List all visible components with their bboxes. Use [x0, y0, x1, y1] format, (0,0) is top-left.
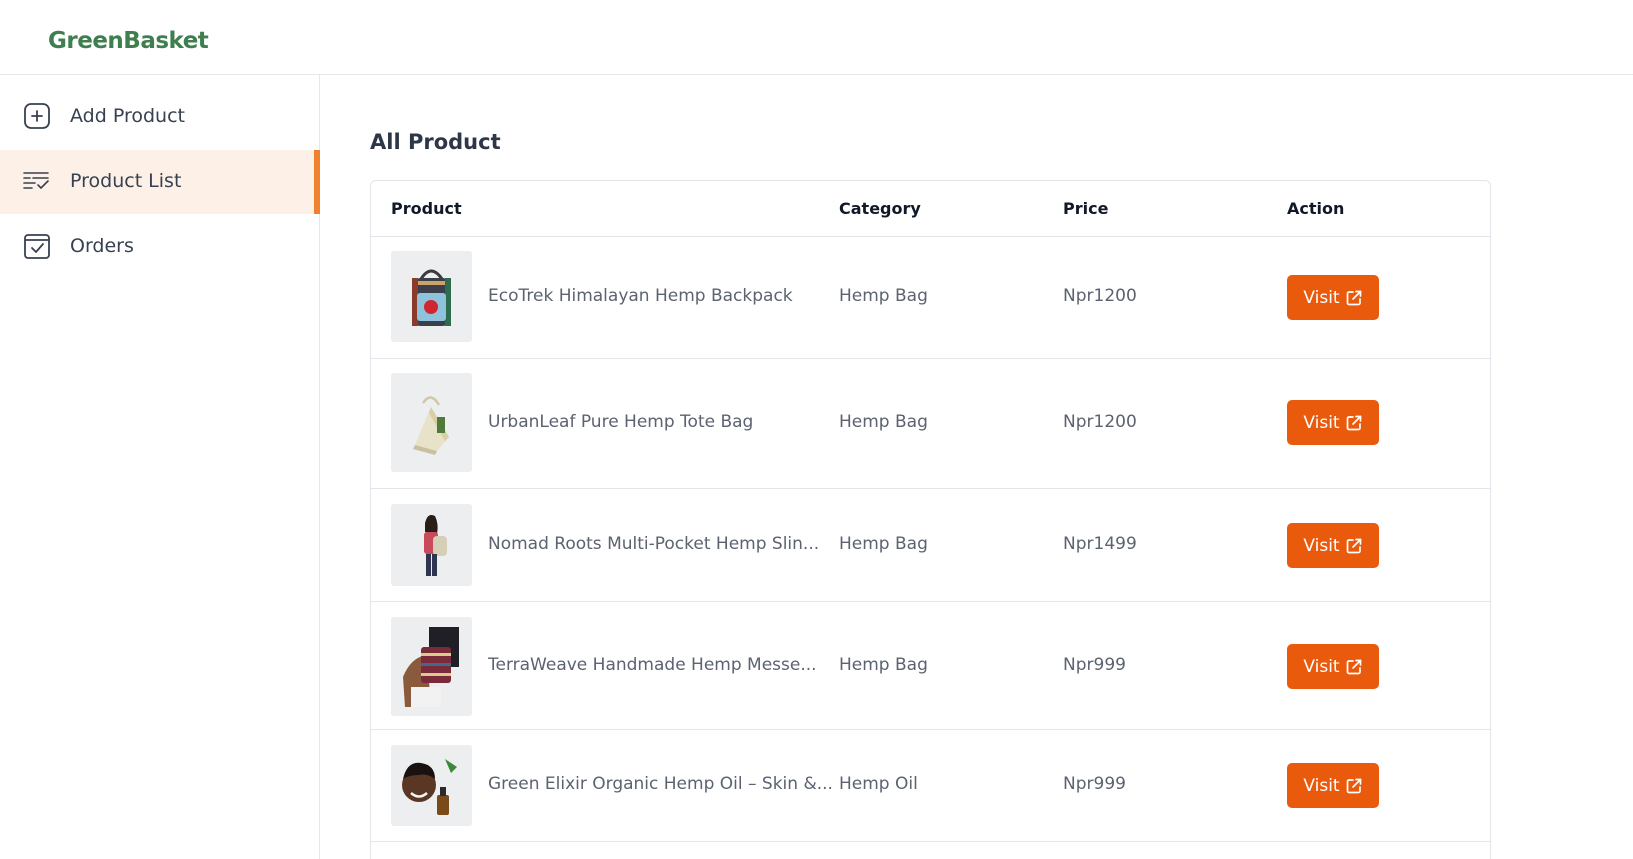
external-link-icon [1346, 538, 1361, 553]
visit-button-label: Visit [1303, 656, 1340, 677]
product-price: Npr999 [1063, 774, 1126, 794]
calendar-check-icon [24, 234, 50, 259]
external-link-icon [1346, 778, 1361, 793]
product-name: Nomad Roots Multi-Pocket Hemp Slin... [488, 534, 820, 554]
sidebar-item-add-product[interactable]: Add Product [0, 85, 319, 149]
column-header-price: Price [1063, 199, 1109, 218]
main-content: All Product Product Category Price Actio… [321, 75, 1633, 859]
product-name: Green Elixir Organic Hemp Oil – Skin &..… [488, 774, 833, 794]
hemp-oil-image [391, 745, 472, 826]
visit-button[interactable]: Visit [1287, 523, 1379, 568]
visit-button[interactable]: Visit [1287, 644, 1379, 689]
tote-bag-image [391, 373, 472, 472]
product-name: UrbanLeaf Pure Hemp Tote Bag [488, 412, 754, 432]
product-price: Npr999 [1063, 655, 1126, 675]
table-row: UrbanLeaf Pure Hemp Tote Bag Hemp Bag Np… [371, 359, 1490, 489]
sidebar-item-label: Add Product [70, 105, 185, 127]
sidebar-item-label: Orders [70, 235, 134, 257]
visit-button[interactable]: Visit [1287, 763, 1379, 808]
product-price: Npr1200 [1063, 286, 1137, 306]
visit-button[interactable]: Visit [1287, 275, 1379, 320]
table-row: TerraWeave Handmade Hemp Messe... Hemp B… [371, 602, 1490, 730]
external-link-icon [1346, 659, 1361, 674]
top-header: GreenBasket [0, 0, 1633, 75]
sidebar-item-label: Product List [70, 170, 182, 192]
product-category: Hemp Oil [839, 774, 918, 794]
column-header-category: Category [839, 199, 921, 218]
product-name: TerraWeave Handmade Hemp Messe... [488, 655, 817, 675]
product-category: Hemp Bag [839, 534, 928, 554]
app-logo[interactable]: GreenBasket [48, 28, 209, 54]
external-link-icon [1346, 290, 1361, 305]
visit-button-label: Visit [1303, 287, 1340, 308]
external-link-icon [1346, 415, 1361, 430]
table-row: Green Elixir Organic Hemp Oil – Skin &..… [371, 730, 1490, 842]
product-category: Hemp Bag [839, 655, 928, 675]
table-row: Nomad Roots Multi-Pocket Hemp Slin... He… [371, 489, 1490, 602]
product-category: Hemp Bag [839, 412, 928, 432]
table-row: EcoTrek Himalayan Hemp Backpack Hemp Bag… [371, 237, 1490, 359]
backpack-image [391, 251, 472, 342]
sidebar-item-product-list[interactable]: Product List [0, 150, 320, 214]
sling-bag-image [391, 504, 472, 586]
visit-button-label: Visit [1303, 535, 1340, 556]
product-name: EcoTrek Himalayan Hemp Backpack [488, 286, 793, 306]
sidebar: Add Product Product List Orders [0, 75, 320, 859]
column-header-action: Action [1287, 199, 1345, 218]
add-square-icon [24, 103, 50, 129]
column-header-product: Product [391, 199, 462, 218]
product-price: Npr1499 [1063, 534, 1137, 554]
table-header: Product Category Price Action [371, 181, 1490, 237]
visit-button-label: Visit [1303, 775, 1340, 796]
visit-button-label: Visit [1303, 412, 1340, 433]
product-category: Hemp Bag [839, 286, 928, 306]
messenger-bag-image [391, 617, 472, 716]
list-check-icon [23, 172, 49, 189]
product-price: Npr1200 [1063, 412, 1137, 432]
product-table: Product Category Price Action EcoTrek Hi [370, 180, 1491, 859]
visit-button[interactable]: Visit [1287, 400, 1379, 445]
sidebar-item-orders[interactable]: Orders [0, 215, 319, 279]
page-title: All Product [370, 130, 501, 154]
